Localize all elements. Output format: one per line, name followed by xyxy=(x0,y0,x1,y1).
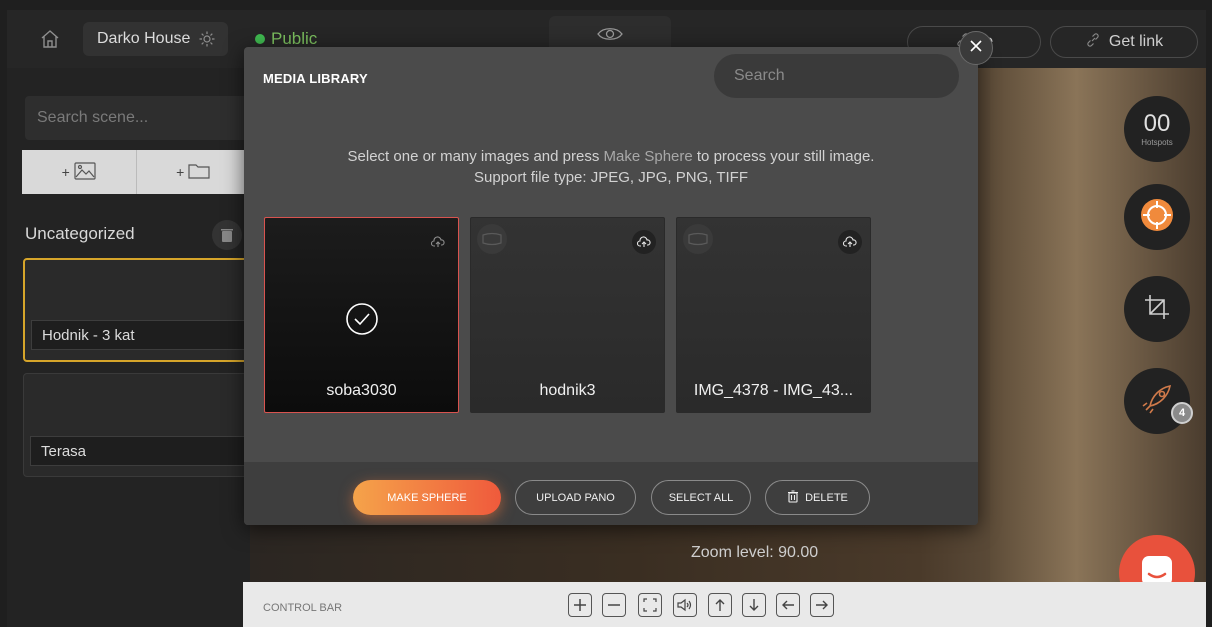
media-search-input[interactable] xyxy=(714,54,959,98)
zoom-in-icon[interactable] xyxy=(568,593,592,617)
rocket-badge: 4 xyxy=(1171,402,1193,424)
add-image-button[interactable]: + xyxy=(22,150,136,194)
fullscreen-icon[interactable] xyxy=(638,593,662,617)
cloud-upload-icon[interactable] xyxy=(838,230,862,254)
visibility-label: Public xyxy=(271,29,318,48)
modal-footer: MAKE SPHERE UPLOAD PANO SELECT ALL DELET… xyxy=(244,462,978,525)
add-buttons-row: + + xyxy=(22,150,250,194)
hotspots-count: 00 xyxy=(1143,109,1171,137)
media-item-name: IMG_4378 - IMG_43... xyxy=(693,382,854,399)
scene-card[interactable]: Terasa xyxy=(23,373,250,477)
control-bar: CONTROL BAR xyxy=(243,582,1206,627)
instruction-line-2: Support file type: JPEG, JPG, PNG, TIFF xyxy=(474,169,748,186)
visibility-status[interactable]: Public xyxy=(255,29,317,49)
crop-button[interactable] xyxy=(1124,276,1190,342)
arrow-right-icon[interactable] xyxy=(810,593,834,617)
add-image-plus: + xyxy=(61,164,70,180)
arrow-up-icon[interactable] xyxy=(708,593,732,617)
add-folder-plus: + xyxy=(176,164,185,180)
category-title: Uncategorized xyxy=(25,224,135,243)
sound-icon[interactable] xyxy=(673,593,697,617)
modal-close-button[interactable] xyxy=(959,31,993,65)
scene-search-input[interactable] xyxy=(25,96,250,140)
hotspots-button[interactable]: 00 Hotspots xyxy=(1124,96,1190,162)
get-link-button[interactable]: Get link xyxy=(1050,26,1198,58)
panorama-icon xyxy=(477,224,507,254)
app-frame: Zoom level: 90.00 Darko House Public re xyxy=(7,10,1206,627)
media-item-name: soba3030 xyxy=(326,382,397,399)
media-item-name: hodnik3 xyxy=(539,382,596,399)
media-item[interactable]: IMG_4378 - IMG_43... xyxy=(676,217,871,413)
instruction-line-1: Select one or many images and press Make… xyxy=(244,146,978,167)
rocket-button[interactable] xyxy=(1124,368,1190,434)
delete-button[interactable]: DELETE xyxy=(765,480,870,515)
zoom-level-readout: Zoom level: 90.00 xyxy=(691,544,819,561)
house-name-label: Darko House xyxy=(97,30,191,47)
house-name-button[interactable]: Darko House xyxy=(83,22,229,56)
instruction-highlight: Make Sphere xyxy=(603,148,693,165)
trash-icon xyxy=(787,489,799,506)
instruction-prefix: Select one or many images and press xyxy=(347,148,604,165)
folder-icon xyxy=(188,162,210,183)
target-icon xyxy=(1137,195,1177,240)
selected-check-icon xyxy=(345,302,379,336)
modal-instructions: Select one or many images and press Make… xyxy=(244,146,978,188)
delete-label: DELETE xyxy=(805,491,848,504)
link-icon xyxy=(1085,32,1101,53)
home-icon[interactable] xyxy=(35,24,65,54)
instruction-suffix: to process your still image. xyxy=(692,148,875,165)
crop-icon xyxy=(1142,292,1172,327)
trash-icon[interactable] xyxy=(212,220,242,250)
scene-label: Hodnik - 3 kat xyxy=(31,320,248,350)
public-status-dot xyxy=(255,34,265,44)
gear-icon[interactable] xyxy=(198,30,216,48)
control-bar-label: CONTROL BAR xyxy=(263,602,343,614)
zoom-out-icon[interactable] xyxy=(602,593,626,617)
add-folder-button[interactable]: + xyxy=(135,150,251,194)
rocket-icon xyxy=(1140,382,1174,421)
scene-label: Terasa xyxy=(30,436,249,466)
select-all-button[interactable]: SELECT ALL xyxy=(651,480,751,515)
make-sphere-button[interactable]: MAKE SPHERE xyxy=(353,480,501,515)
scene-card[interactable]: Hodnik - 3 kat xyxy=(23,258,250,362)
scene-sidebar: + + Uncategorized Hodnik - 3 kat Terasa xyxy=(7,68,250,627)
arrow-down-icon[interactable] xyxy=(742,593,766,617)
eye-icon xyxy=(597,26,623,47)
media-library-modal: MEDIA LIBRARY Select one or many images … xyxy=(244,47,978,525)
image-icon xyxy=(74,161,96,183)
upload-pano-button[interactable]: UPLOAD PANO xyxy=(515,480,636,515)
get-link-label: Get link xyxy=(1108,33,1164,50)
close-icon xyxy=(969,39,983,58)
hotspots-label: Hotspots xyxy=(1141,137,1173,147)
panorama-icon xyxy=(683,224,713,254)
media-item[interactable]: hodnik3 xyxy=(470,217,665,413)
arrow-left-icon[interactable] xyxy=(776,593,800,617)
target-button[interactable] xyxy=(1124,184,1190,250)
media-item[interactable]: soba3030 xyxy=(264,217,459,413)
cloud-upload-icon[interactable] xyxy=(632,230,656,254)
cloud-upload-icon[interactable] xyxy=(426,230,450,254)
modal-title: MEDIA LIBRARY xyxy=(263,71,368,86)
